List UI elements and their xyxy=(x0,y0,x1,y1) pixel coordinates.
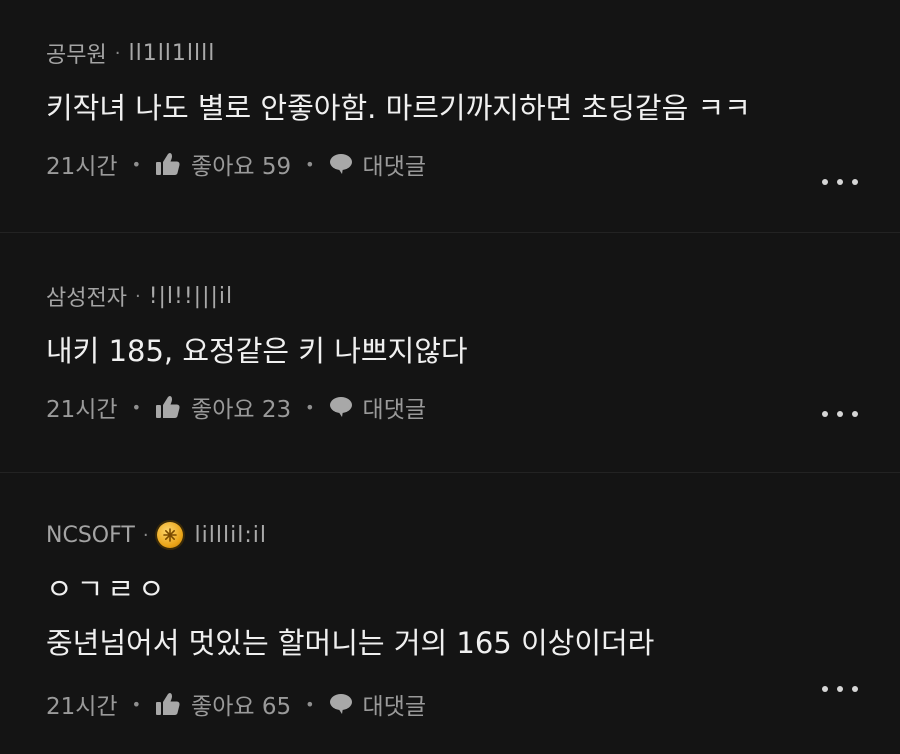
comment-item: NCSOFT · lilllil:il ㅇㄱㄹㅇ 중년넘어서 멋있는 할머니는 … xyxy=(0,473,900,754)
comment-author-line: 삼성전자 · !|l!!|||il xyxy=(46,280,860,312)
reply-button[interactable]: 대댓글 xyxy=(329,687,426,721)
more-horizontal-icon xyxy=(822,686,828,692)
more-dot xyxy=(837,411,843,417)
more-horizontal-icon xyxy=(822,411,828,417)
more-dot xyxy=(837,686,843,692)
like-count: 좋아요 23 xyxy=(191,397,292,423)
like-button[interactable]: 좋아요 23 xyxy=(155,390,291,424)
separator-dot: • xyxy=(305,397,315,417)
comment-text: 키작녀 나도 별로 안좋아함. 마르기까지하면 초딩같음 ㅋㅋ xyxy=(46,91,751,125)
like-count: 좋아요 65 xyxy=(191,694,292,720)
more-dot xyxy=(852,411,858,417)
like-button[interactable]: 좋아요 59 xyxy=(155,147,291,181)
more-dot xyxy=(837,179,843,185)
separator-dot: · xyxy=(114,42,121,64)
more-options-button[interactable] xyxy=(822,683,858,695)
more-options-button[interactable] xyxy=(822,408,858,420)
comment-item: 공무원 · ll1ll1llll 키작녀 나도 별로 안좋아함. 마르기까지하면… xyxy=(0,0,900,233)
separator-dot: • xyxy=(131,694,142,714)
reply-button[interactable]: 대댓글 xyxy=(329,147,426,181)
separator-dot: · xyxy=(134,285,141,307)
comment-meta: 21시간 • 좋아요 23 • 대댓글 xyxy=(46,390,860,424)
comment-author-line: 공무원 · ll1ll1llll xyxy=(46,37,860,69)
thumbs-up-icon xyxy=(155,395,181,419)
thumbs-up-icon xyxy=(155,152,181,176)
more-options-button[interactable] xyxy=(822,176,858,188)
gold-badge-icon xyxy=(156,522,183,548)
speech-bubble-icon xyxy=(329,693,353,715)
separator-dot: • xyxy=(305,694,315,714)
reply-button[interactable]: 대댓글 xyxy=(329,390,426,424)
comment-item: 삼성전자 · !|l!!|||il 내키 185, 요정같은 키 나쁘지않다 2… xyxy=(0,233,900,473)
like-count: 좋아요 59 xyxy=(191,154,292,180)
separator-dot: · xyxy=(142,524,149,546)
comment-text: 내키 185, 요정같은 키 나쁘지않다 xyxy=(46,334,468,368)
author-handle[interactable]: lilllil:il xyxy=(195,523,267,548)
comment-time: 21시간 xyxy=(46,397,118,423)
comment-author-line: NCSOFT · lilllil:il xyxy=(46,520,860,550)
speech-bubble-icon xyxy=(329,153,353,175)
more-dot xyxy=(852,686,858,692)
comment-meta: 21시간 • 좋아요 59 • 대댓글 xyxy=(46,147,860,181)
thumbs-up-icon xyxy=(155,692,181,716)
more-horizontal-icon xyxy=(822,179,828,185)
comment-text-line: 중년넘어서 멋있는 할머니는 거의 165 이상이더라 xyxy=(46,626,655,660)
speech-bubble-icon xyxy=(329,396,353,418)
like-button[interactable]: 좋아요 65 xyxy=(155,687,291,721)
reply-label: 대댓글 xyxy=(362,694,427,720)
comment-time: 21시간 xyxy=(46,154,118,180)
comment-time: 21시간 xyxy=(46,694,118,720)
author-company[interactable]: 삼성전자 xyxy=(46,280,127,312)
reply-label: 대댓글 xyxy=(362,154,427,180)
separator-dot: • xyxy=(131,397,142,417)
separator-dot: • xyxy=(305,154,315,174)
author-handle[interactable]: !|l!!|||il xyxy=(149,284,233,309)
author-handle[interactable]: ll1ll1llll xyxy=(128,41,215,66)
author-company[interactable]: NCSOFT xyxy=(46,523,135,548)
more-dot xyxy=(852,179,858,185)
comment-text-line: ㅇㄱㄹㅇ xyxy=(46,572,169,606)
comment-meta: 21시간 • 좋아요 65 • 대댓글 xyxy=(46,687,860,721)
separator-dot: • xyxy=(131,154,142,174)
reply-label: 대댓글 xyxy=(362,397,427,423)
author-company[interactable]: 공무원 xyxy=(46,37,107,69)
